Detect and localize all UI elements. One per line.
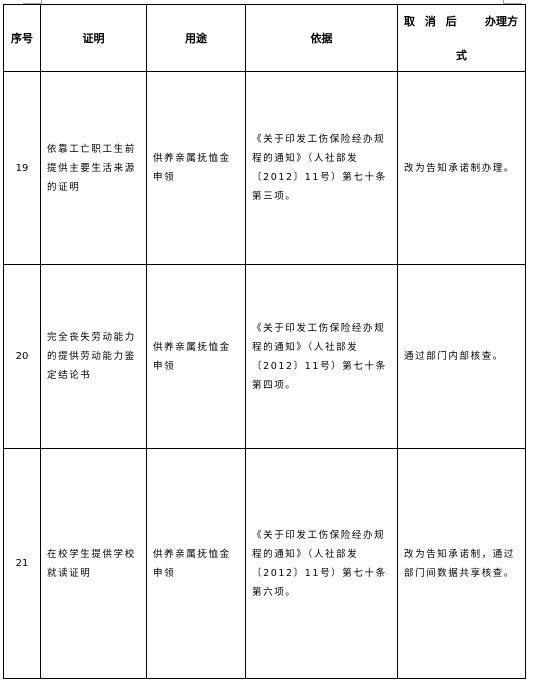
cell-after-cancel-text: 改为告知承诺制办理。 — [404, 162, 516, 174]
table-header-row: 序号 证明 用途 依据 取 消 后 办理方 式 — [3, 4, 526, 72]
cell-basis-text: 《关于印发工伤保险经办规程的通知》（人社部发〔2012〕11号）第七十条第六项。 — [252, 529, 387, 598]
cell-seq: 19 — [3, 71, 41, 265]
cell-basis-text: 《关于印发工伤保险经办规程的通知》（人社部发〔2012〕11号）第七十条第三项。 — [252, 134, 387, 202]
cell-certificate: 依靠工亡职工生前提供主要生活来源的证明 — [40, 71, 147, 265]
table-row: 19 依靠工亡职工生前提供主要生活来源的证明 供养亲属抚恤金申领 《关于印发工伤… — [3, 71, 526, 265]
cell-purpose: 供养亲属抚恤金申领 — [146, 71, 246, 265]
header-purpose: 用途 — [146, 4, 246, 72]
cell-purpose-text: 供养亲属抚恤金申领 — [153, 548, 231, 579]
header-after-cancel-line2: 式 — [456, 49, 467, 62]
cell-certificate: 完全丧失劳动能力的提供劳动能力鉴定结论书 — [40, 264, 147, 449]
header-certificate: 证明 — [40, 4, 147, 72]
cell-after-cancel: 改为告知承诺制办理。 — [397, 71, 526, 265]
header-after-cancel-line1: 取 消 后 办理方 — [398, 13, 525, 29]
certificate-table: 序号 证明 用途 依据 取 消 后 办理方 式 19 依靠工亡职工生前提供主要生… — [3, 4, 526, 679]
cell-purpose: 供养亲属抚恤金申领 — [146, 448, 246, 679]
header-after-cancel-part-a: 取 消 后 — [404, 15, 460, 28]
cell-after-cancel-text: 改为告知承诺制，通过部门间数据共享核查。 — [404, 548, 516, 579]
cell-after-cancel: 改为告知承诺制，通过部门间数据共享核查。 — [397, 448, 526, 679]
header-seq: 序号 — [3, 4, 41, 72]
cell-certificate-text: 完全丧失劳动能力的提供劳动能力鉴定结论书 — [47, 332, 136, 381]
cell-basis: 《关于印发工伤保险经办规程的通知》（人社部发〔2012〕11号）第七十条第四项。 — [245, 264, 398, 449]
header-after-cancel-part-b: 办理方 — [485, 15, 518, 28]
cell-basis-text: 《关于印发工伤保险经办规程的通知》（人社部发〔2012〕11号）第七十条第四项。 — [252, 322, 387, 391]
header-basis: 依据 — [245, 4, 398, 72]
cell-seq: 20 — [3, 264, 41, 449]
cell-certificate-text: 在校学生提供学校就读证明 — [47, 548, 136, 579]
cell-purpose-text: 供养亲属抚恤金申领 — [153, 341, 231, 372]
table-row: 20 完全丧失劳动能力的提供劳动能力鉴定结论书 供养亲属抚恤金申领 《关于印发工… — [3, 264, 526, 449]
header-after-cancel: 取 消 后 办理方 式 — [397, 4, 526, 72]
cell-after-cancel: 通过部门内部核查。 — [397, 264, 526, 449]
cell-certificate-text: 依靠工亡职工生前提供主要生活来源的证明 — [47, 143, 136, 193]
cell-certificate: 在校学生提供学校就读证明 — [40, 448, 147, 679]
cell-basis: 《关于印发工伤保险经办规程的通知》（人社部发〔2012〕11号）第七十条第三项。 — [245, 71, 398, 265]
cell-seq: 21 — [3, 448, 41, 679]
cell-purpose-text: 供养亲属抚恤金申领 — [153, 153, 231, 183]
cell-basis: 《关于印发工伤保险经办规程的通知》（人社部发〔2012〕11号）第七十条第六项。 — [245, 448, 398, 679]
cell-purpose: 供养亲属抚恤金申领 — [146, 264, 246, 449]
table-row: 21 在校学生提供学校就读证明 供养亲属抚恤金申领 《关于印发工伤保险经办规程的… — [3, 448, 526, 679]
cell-after-cancel-text: 通过部门内部核查。 — [404, 351, 504, 362]
